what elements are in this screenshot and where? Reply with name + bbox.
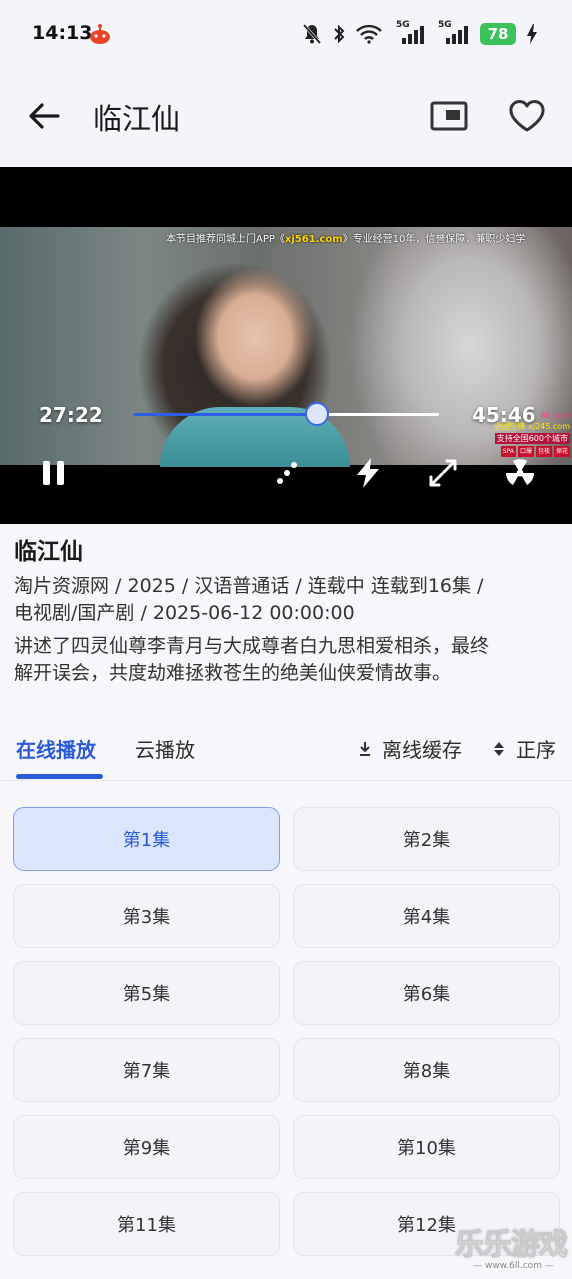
- video-meta-line-2: 电视剧/国产剧 / 2025-06-12 00:00:00: [14, 602, 355, 624]
- bluetooth-icon: [332, 23, 346, 45]
- episode-button[interactable]: 第8集: [293, 1038, 560, 1102]
- status-icons: 5G 5G 78: [302, 20, 538, 48]
- status-time: 14:13: [32, 22, 93, 44]
- video-description: 讲述了四灵仙尊李青月与大成尊者白九思相爱相杀，最终 解开误会，共度劫难拯救苍生的…: [14, 633, 560, 687]
- episode-button[interactable]: 第6集: [293, 961, 560, 1025]
- offline-cache-button[interactable]: 离线缓存: [358, 734, 462, 763]
- pip-button[interactable]: [428, 96, 470, 136]
- episode-button[interactable]: 第9集: [13, 1115, 280, 1179]
- video-description-line-1: 讲述了四灵仙尊李青月与大成尊者白九思相爱相杀，最终: [14, 635, 490, 657]
- video-meta-line-1: 淘片资源网 / 2025 / 汉语普通话 / 连载中 连载到16集 /: [14, 575, 484, 597]
- back-button[interactable]: [24, 96, 64, 136]
- video-title: 临江仙: [14, 539, 83, 565]
- favorite-button[interactable]: [506, 96, 548, 136]
- video-player[interactable]: 本节目推荐同城上门APP《xj561.com》专业经营10年，信誉保障，兼职少妇…: [0, 167, 572, 524]
- signal-5g-icon-2: 5G: [436, 20, 470, 46]
- seek-thumb[interactable]: [304, 402, 329, 426]
- cast-button[interactable]: [270, 455, 306, 491]
- watermark-url: — www.6ll.com —: [473, 1261, 554, 1271]
- wifi-icon: [356, 24, 382, 44]
- tab-online-play[interactable]: 在线播放: [16, 734, 96, 763]
- episode-button[interactable]: 第7集: [13, 1038, 280, 1102]
- heart-icon: [509, 99, 545, 132]
- lightning-icon: [357, 458, 379, 488]
- radiation-icon: [506, 459, 534, 485]
- sort-icon: [494, 741, 504, 756]
- episode-button[interactable]: 第2集: [293, 807, 560, 871]
- video-frame: [0, 227, 572, 467]
- cast-dots-icon: [277, 462, 297, 484]
- pause-icon: [43, 461, 64, 485]
- total-time: 45:46: [472, 403, 536, 427]
- battery-indicator: 78: [480, 23, 516, 45]
- episode-button[interactable]: 第4集: [293, 884, 560, 948]
- watermark-title: 乐乐游戏: [455, 1227, 569, 1261]
- seek-progress: [133, 413, 317, 416]
- download-icon: [360, 741, 370, 756]
- pip-icon: [430, 101, 468, 131]
- episode-grid: 第1集 第2集 第3集 第4集 第5集 第6集 第7集 第8集 第9集 第10集 第11集 第12集: [13, 807, 560, 1256]
- page-title: 临江仙: [93, 102, 181, 136]
- episode-button[interactable]: 第5集: [13, 961, 280, 1025]
- video-info: 临江仙 淘片资源网 / 2025 / 汉语普通话 / 连载中 连载到16集 / …: [14, 535, 560, 687]
- site-watermark: 乐乐游戏 — www.6ll.com —: [455, 1228, 572, 1279]
- video-meta: 淘片资源网 / 2025 / 汉语普通话 / 连载中 连载到16集 / 电视剧/…: [14, 573, 560, 627]
- current-time: 27:22: [39, 403, 103, 427]
- episode-button[interactable]: 第11集: [13, 1192, 280, 1256]
- status-bar: 14:13 5G 5G 78: [0, 0, 572, 68]
- charging-icon: [526, 23, 538, 45]
- mute-bell-icon: [302, 23, 322, 45]
- divider: [0, 780, 572, 781]
- app-notification-icon: [89, 24, 111, 44]
- pause-button[interactable]: [36, 455, 72, 491]
- expand-icon: [429, 459, 457, 487]
- offline-cache-label: 离线缓存: [382, 738, 462, 762]
- sort-order-button[interactable]: 正序: [492, 734, 556, 763]
- episode-button[interactable]: 第1集: [13, 807, 280, 871]
- radiation-button[interactable]: [502, 455, 538, 491]
- tab-indicator: [16, 774, 103, 779]
- ad-overlay-top: 本节目推荐同城上门APP《xj561.com》专业经营10年，信誉保障，兼职少妇…: [166, 234, 526, 245]
- sort-order-label: 正序: [516, 738, 556, 762]
- app-bar: 临江仙: [0, 68, 572, 167]
- video-description-line-2: 解开误会，共度劫难拯救苍生的绝美仙侠爱情故事。: [14, 662, 452, 684]
- source-tabs: 在线播放 云播放 离线缓存 正序: [0, 718, 572, 780]
- fullscreen-button[interactable]: [425, 455, 461, 491]
- episode-button[interactable]: 第10集: [293, 1115, 560, 1179]
- speed-button[interactable]: [350, 455, 386, 491]
- signal-5g-icon: 5G: [392, 20, 426, 46]
- tab-cloud-play[interactable]: 云播放: [135, 734, 195, 763]
- seek-bar[interactable]: [133, 402, 439, 426]
- episode-button[interactable]: 第3集: [13, 884, 280, 948]
- arrow-left-icon: [29, 103, 60, 129]
